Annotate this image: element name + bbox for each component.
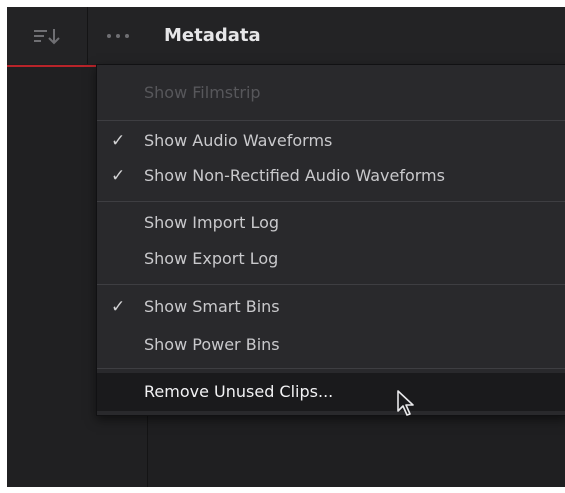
menu-item-show-non-rectified-audio-waveforms[interactable]: ✓ Show Non-Rectified Audio Waveforms [97,159,565,193]
menu-item-label: Show Export Log [144,249,279,268]
panel-toolbar: Metadata [7,7,565,64]
sort-descending-icon [32,26,62,46]
menu-item-label: Show Non-Rectified Audio Waveforms [144,166,445,185]
more-options-icon [106,33,130,39]
menu-item-show-power-bins[interactable]: Show Power Bins [97,328,565,362]
checkmark-icon: ✓ [111,131,126,151]
menu-separator [97,368,565,369]
menu-item-label: Show Import Log [144,213,280,232]
menu-item-label: Show Audio Waveforms [144,131,333,150]
menu-item-show-filmstrip[interactable]: Show Filmstrip [97,76,565,110]
menu-item-label: Show Filmstrip [144,83,261,102]
sort-button[interactable] [7,7,88,64]
options-dropdown-menu: Show Filmstrip ✓ Show Audio Waveforms ✓ … [96,64,565,416]
media-pool-panel: Metadata Show Filmstrip ✓ Show Audio Wav… [7,7,565,487]
menu-item-show-audio-waveforms[interactable]: ✓ Show Audio Waveforms [97,124,565,158]
menu-separator [97,120,565,121]
mouse-pointer-icon [396,389,418,423]
menu-item-label: Remove Unused Clips... [144,382,334,401]
checkmark-icon: ✓ [111,297,126,317]
menu-item-show-export-log[interactable]: Show Export Log [97,242,565,276]
more-options-button[interactable] [88,7,148,64]
panel-title: Metadata [164,25,261,46]
menu-item-label: Show Smart Bins [144,297,280,316]
menu-separator [97,284,565,285]
menu-item-show-smart-bins[interactable]: ✓ Show Smart Bins [97,290,565,324]
menu-item-remove-unused-clips[interactable]: Remove Unused Clips... [97,373,565,411]
menu-separator [97,201,565,202]
menu-item-show-import-log[interactable]: Show Import Log [97,206,565,240]
checkmark-icon: ✓ [111,166,126,186]
menu-item-label: Show Power Bins [144,335,280,354]
